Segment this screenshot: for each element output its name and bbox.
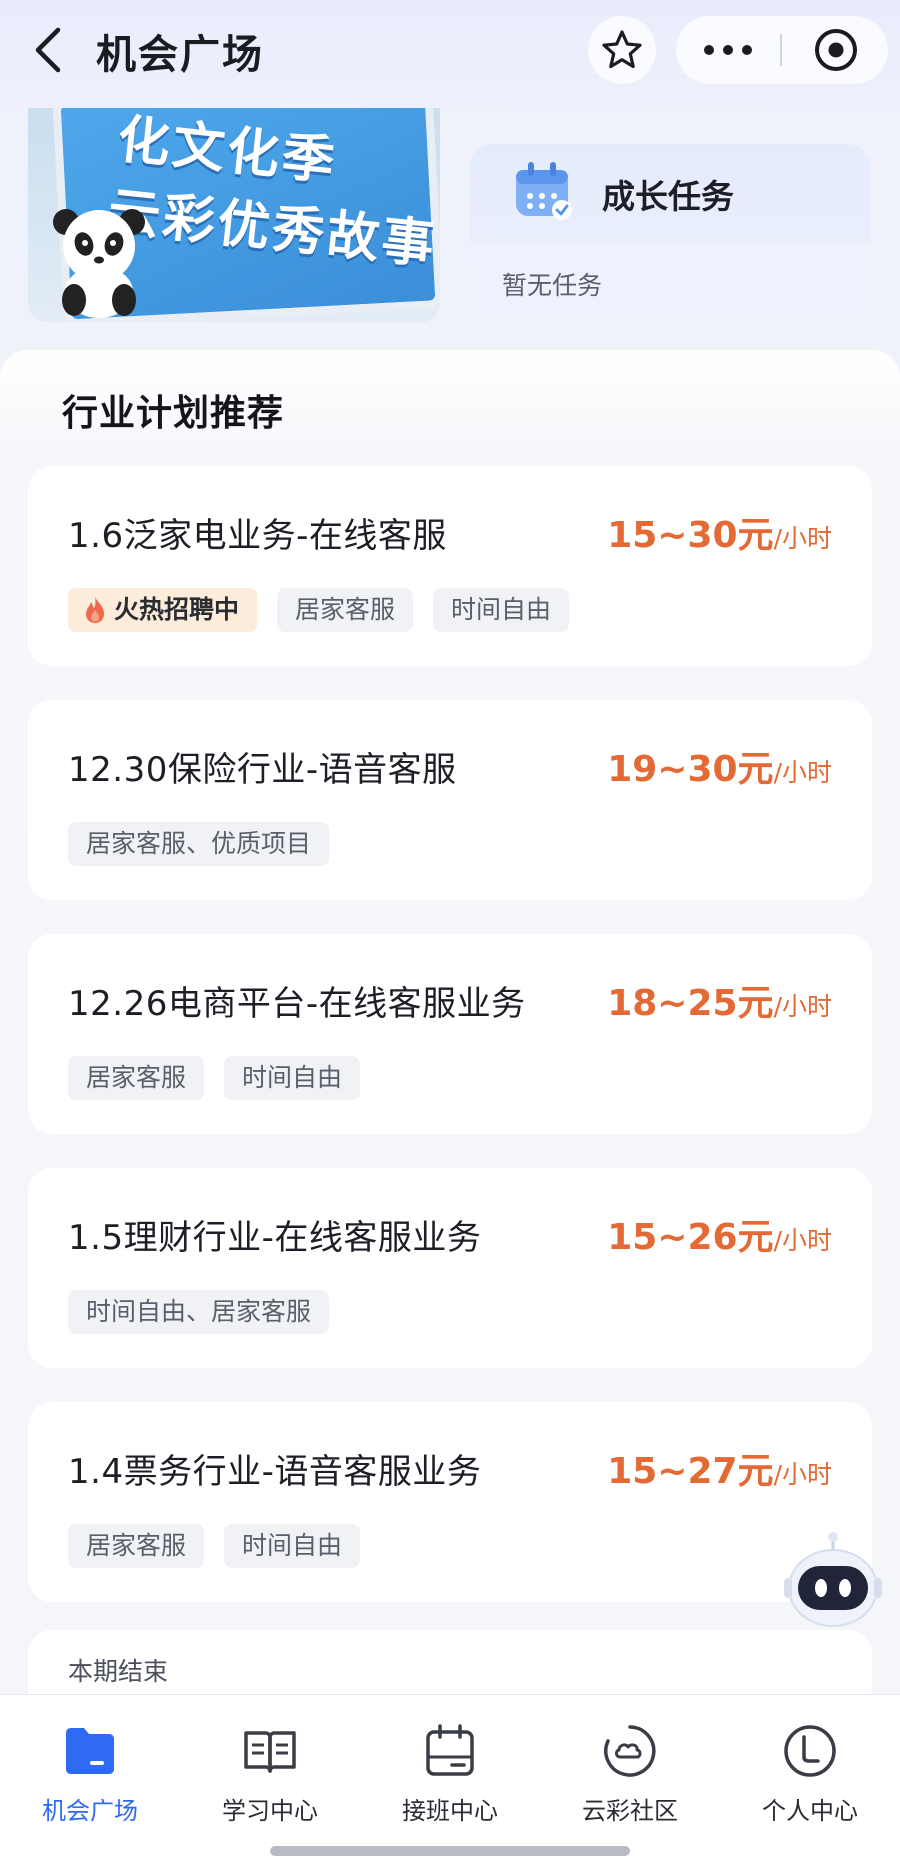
target-icon (815, 29, 857, 71)
salary-amount: 15~26元 (607, 1217, 774, 1258)
chevron-left-icon (35, 27, 61, 73)
cloud-circle-icon (604, 1725, 656, 1777)
home-indicator[interactable] (270, 1846, 630, 1856)
job-tags: 居家客服 时间自由 (68, 1056, 361, 1100)
growth-task-empty-text: 暂无任务 (502, 271, 603, 300)
tab-learning-center[interactable]: 学习中心 (180, 1721, 360, 1831)
salary-unit: /小时 (773, 758, 832, 787)
tab-label: 学习中心 (222, 1797, 318, 1825)
job-salary: 15~27元/小时 (607, 1442, 832, 1494)
tab-label: 机会广场 (42, 1797, 138, 1825)
job-card[interactable]: 12.26电商平台-在线客服业务 18~25元/小时 居家客服 时间自由 (28, 934, 872, 1134)
star-icon (602, 30, 642, 69)
robot-assistant-icon[interactable] (784, 1530, 882, 1630)
page-title: 机会广场 (96, 32, 264, 78)
close-mini-program-button[interactable] (784, 16, 888, 84)
job-salary: 15~30元/小时 (607, 506, 832, 558)
more-dots-icon (704, 45, 752, 55)
growth-task-body: 暂无任务 (470, 244, 870, 324)
job-salary: 19~30元/小时 (607, 740, 832, 792)
salary-amount: 18~25元 (607, 983, 774, 1024)
section-title: 行业计划推荐 (62, 393, 285, 434)
tab-label: 接班中心 (402, 1797, 498, 1825)
job-tags: 居家客服、优质项目 (68, 822, 330, 866)
salary-unit: /小时 (773, 1460, 832, 1489)
job-salary: 15~26元/小时 (607, 1208, 832, 1260)
job-tags: 居家客服 时间自由 (68, 1524, 361, 1568)
industry-plans-section: 行业计划推荐 1.6泛家电业务-在线客服 15~30元/小时 火热招聘中 居家客… (0, 350, 900, 1710)
job-tag: 居家客服 (68, 1056, 205, 1100)
hot-tag-label: 火热招聘中 (114, 595, 240, 624)
tab-label: 个人中心 (762, 1797, 858, 1825)
top-nav-bar: 机会广场 (0, 0, 900, 108)
job-tag: 居家客服 (68, 1524, 205, 1568)
mini-program-capsule (676, 16, 888, 84)
job-tag: 时间自由 (224, 1524, 361, 1568)
growth-task-title: 成长任务 (602, 177, 734, 216)
job-card[interactable]: 1.6泛家电业务-在线客服 15~30元/小时 火热招聘中 居家客服 时间自由 (28, 466, 872, 666)
calendar-check-icon (516, 162, 572, 220)
job-tags: 火热招聘中 居家客服 时间自由 (68, 588, 570, 632)
user-circle-icon (784, 1725, 836, 1777)
tab-shift-center[interactable]: 接班中心 (360, 1721, 540, 1831)
job-card[interactable]: 1.5理财行业-在线客服业务 15~26元/小时 时间自由、居家客服 (28, 1168, 872, 1368)
salary-unit: /小时 (773, 1226, 832, 1255)
hot-hiring-tag: 火热招聘中 (68, 588, 258, 632)
job-card[interactable]: 1.4票务行业-语音客服业务 15~27元/小时 居家客服 时间自由 (28, 1402, 872, 1602)
job-tag: 居家客服 (277, 588, 414, 632)
salary-unit: /小时 (773, 524, 832, 553)
calendar-icon (426, 1724, 474, 1776)
tab-opportunity-square[interactable]: 机会广场 (0, 1721, 180, 1831)
job-tag: 时间自由、居家客服 (68, 1290, 330, 1334)
job-tag: 时间自由 (224, 1056, 361, 1100)
salary-unit: /小时 (773, 992, 832, 1021)
tab-personal-center[interactable]: 个人中心 (720, 1721, 900, 1831)
job-title: 1.6泛家电业务-在线客服 (68, 516, 447, 556)
job-title: 12.30保险行业-语音客服 (68, 750, 457, 790)
job-tag: 时间自由 (433, 588, 570, 632)
open-book-icon (244, 1731, 296, 1773)
more-button[interactable] (676, 16, 780, 84)
job-title: 1.4票务行业-语音客服业务 (68, 1452, 482, 1492)
growth-task-card[interactable]: 成长任务 暂无任务 (470, 144, 870, 324)
job-title: 12.26电商平台-在线客服业务 (68, 984, 526, 1024)
favorite-button[interactable] (588, 16, 656, 84)
job-salary: 18~25元/小时 (607, 974, 832, 1026)
back-button[interactable] (28, 22, 76, 78)
job-tag: 居家客服、优质项目 (68, 822, 330, 866)
folder-icon (66, 1728, 114, 1774)
capsule-divider (780, 34, 782, 66)
tab-cloud-community[interactable]: 云彩社区 (540, 1721, 720, 1831)
promo-banner[interactable]: 化文化季 云彩优秀故事 (28, 108, 440, 322)
job-tags: 时间自由、居家客服 (68, 1290, 330, 1334)
fire-icon (86, 597, 104, 623)
job-title: 1.5理财行业-在线客服业务 (68, 1218, 482, 1258)
job-card[interactable]: 12.30保险行业-语音客服 19~30元/小时 居家客服、优质项目 (28, 700, 872, 900)
salary-amount: 15~27元 (607, 1451, 774, 1492)
tab-label: 云彩社区 (582, 1797, 678, 1825)
salary-amount: 19~30元 (607, 749, 774, 790)
period-end-text: 本期结束 (68, 1657, 169, 1686)
salary-amount: 15~30元 (607, 515, 774, 556)
panda-mascot-icon (53, 209, 145, 318)
